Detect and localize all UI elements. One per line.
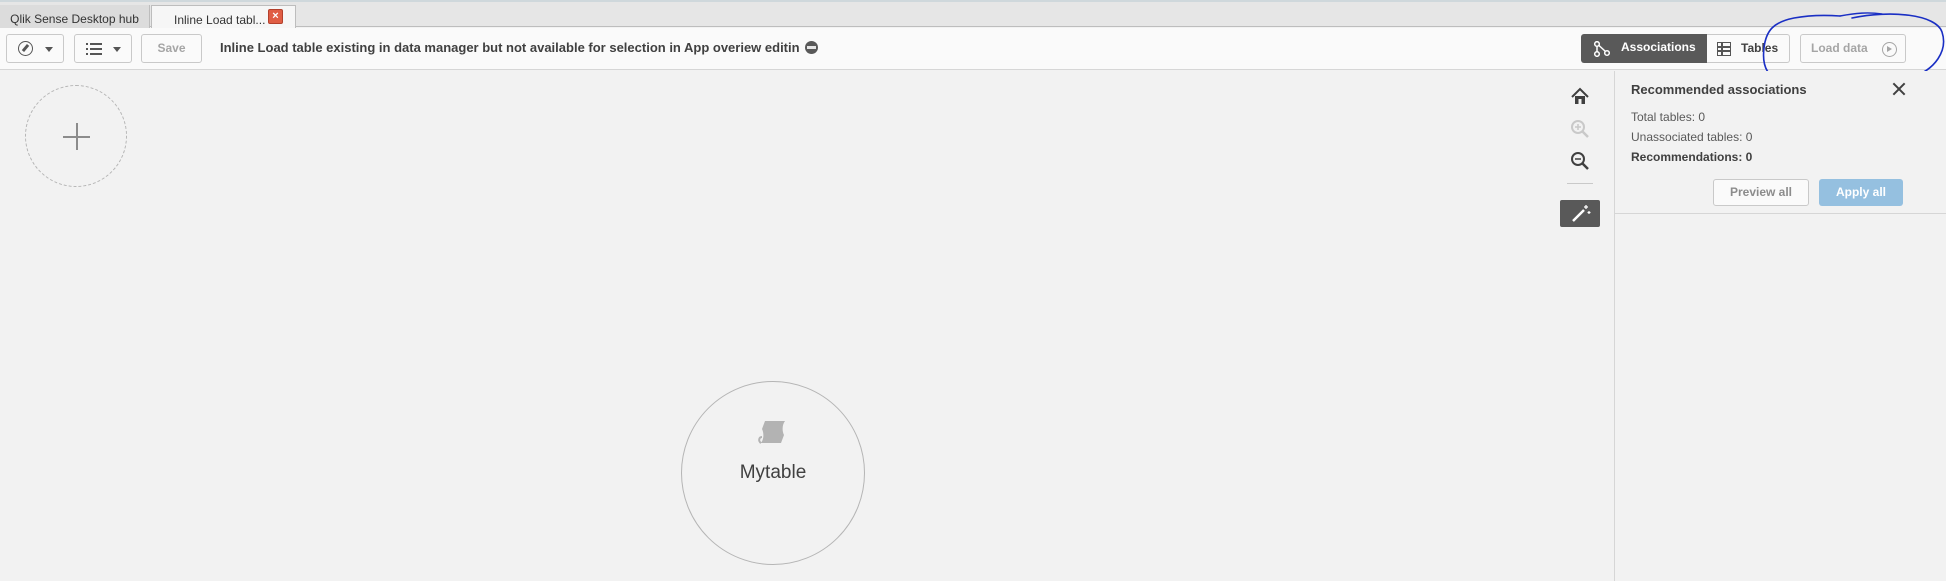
- magic-wand-icon: [1572, 205, 1591, 222]
- associations-label: Associations: [1621, 40, 1696, 54]
- tab-hub[interactable]: Qlik Sense Desktop hub: [0, 5, 150, 29]
- table-node-label: Mytable: [739, 462, 807, 483]
- apply-all-button[interactable]: Apply all: [1819, 179, 1903, 206]
- chevron-down-icon: [45, 47, 53, 52]
- global-menu-button[interactable]: [74, 34, 132, 63]
- tab-strip: Qlik Sense Desktop hub Inline Load tabl.…: [0, 0, 1946, 29]
- app-title-text: Inline Load table existing in data manag…: [220, 40, 800, 55]
- load-data-label: Load data: [1811, 41, 1868, 55]
- app-info-icon[interactable]: [805, 41, 819, 54]
- preview-all-button[interactable]: Preview all: [1713, 179, 1809, 206]
- compass-icon: [18, 41, 33, 56]
- panel-title: Recommended associations: [1631, 82, 1807, 97]
- list-icon: [86, 43, 102, 55]
- home-icon[interactable]: [1567, 84, 1593, 110]
- total-tables-stat: Total tables: 0: [1631, 110, 1706, 124]
- associations-icon: [1593, 41, 1611, 57]
- chevron-down-icon: [113, 47, 121, 52]
- navigation-menu-button[interactable]: [6, 34, 64, 63]
- zoom-out-icon[interactable]: [1567, 148, 1593, 174]
- toolbar: Save Inline Load table existing in data …: [0, 28, 1946, 70]
- recommendations-stat: Recommendations: 0: [1631, 150, 1753, 164]
- zoom-in-icon[interactable]: [1567, 116, 1593, 142]
- table-node[interactable]: Mytable: [681, 381, 865, 565]
- app-title: Inline Load table existing in data manag…: [220, 40, 819, 55]
- unassociated-tables-stat: Unassociated tables: 0: [1631, 130, 1753, 144]
- close-icon[interactable]: [1891, 81, 1907, 97]
- play-icon: [1882, 42, 1897, 57]
- tables-label: Tables: [1741, 41, 1779, 55]
- data-model-canvas: Mytable: [0, 71, 1614, 581]
- save-button[interactable]: Save: [141, 34, 202, 63]
- associations-button[interactable]: Associations: [1581, 34, 1707, 63]
- script-icon: [758, 421, 785, 444]
- panel-header: Recommended associations Total tables: 0…: [1615, 71, 1946, 214]
- tables-button[interactable]: Tables: [1707, 34, 1790, 63]
- recommended-associations-panel: Recommended associations Total tables: 0…: [1614, 71, 1946, 581]
- close-tab-icon[interactable]: ×: [268, 9, 283, 24]
- toolbar-divider: [1567, 183, 1593, 184]
- table-icon: [1717, 42, 1731, 56]
- load-data-button[interactable]: Load data: [1800, 34, 1906, 63]
- add-data-button[interactable]: [25, 85, 127, 187]
- magic-wand-button[interactable]: [1560, 200, 1600, 227]
